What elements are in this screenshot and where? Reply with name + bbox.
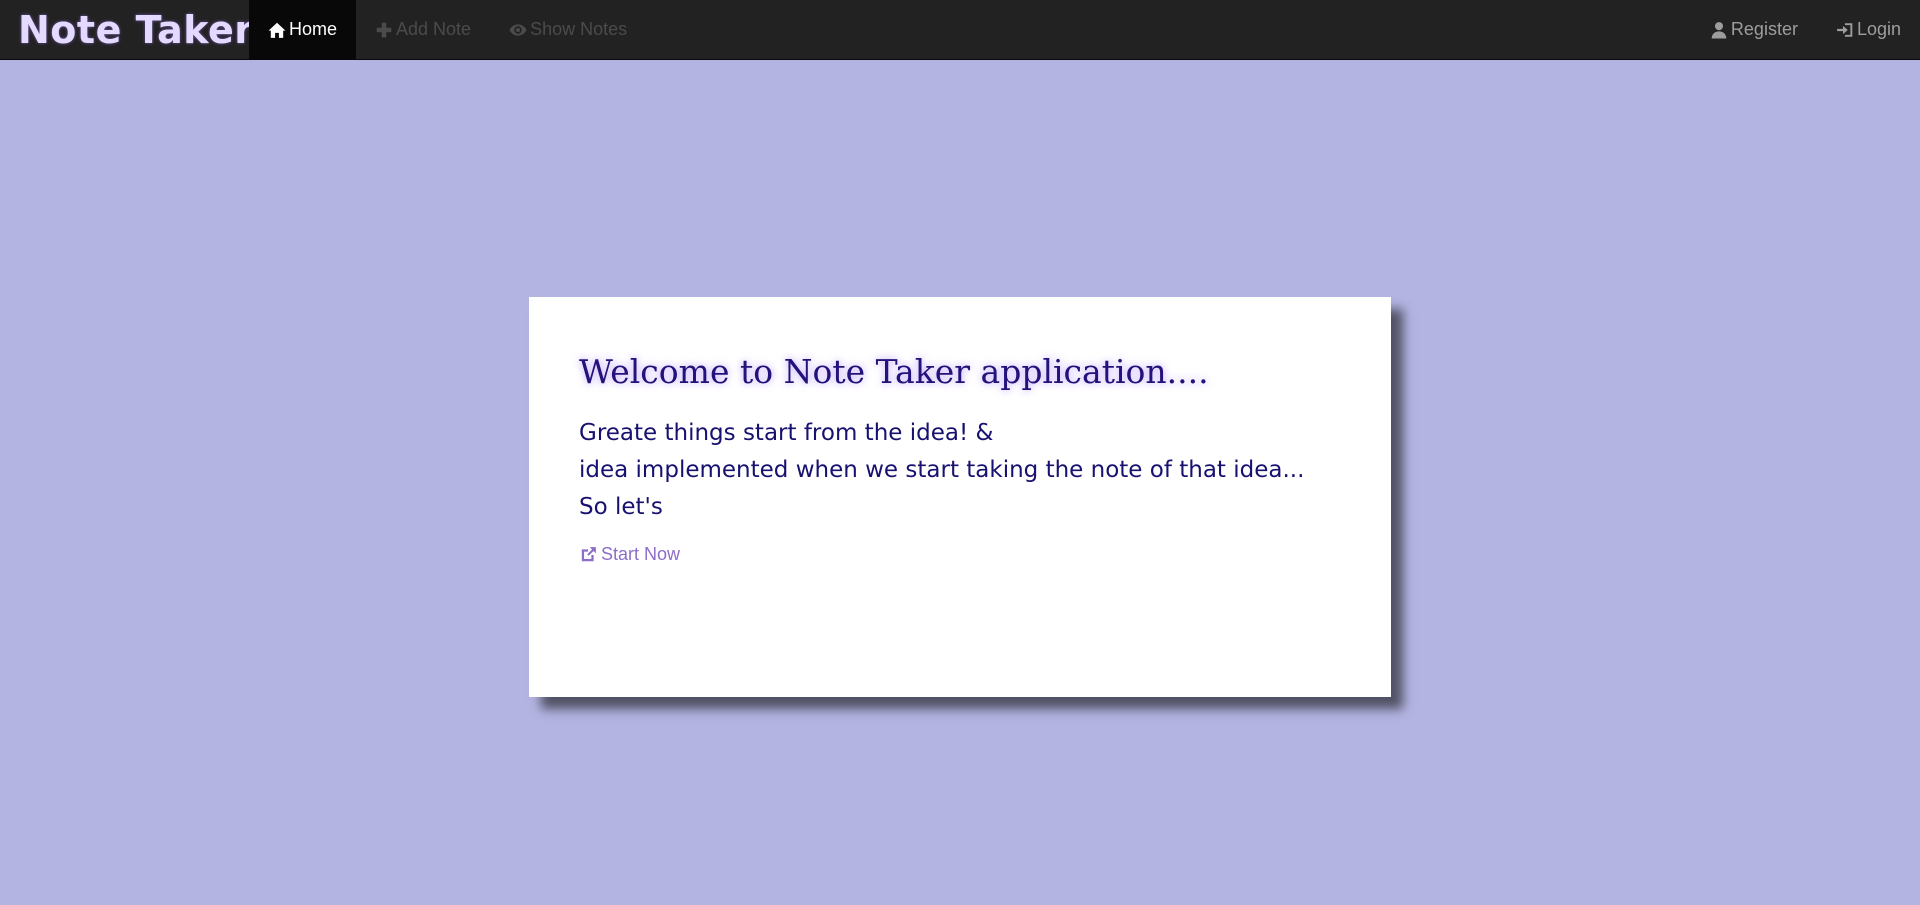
welcome-title: Welcome to Note Taker application.... xyxy=(579,352,1209,391)
welcome-line: idea implemented when we start taking th… xyxy=(579,457,1305,483)
nav-show-notes-label: Show Notes xyxy=(530,19,628,39)
welcome-card: Welcome to Note Taker application.... Gr… xyxy=(529,297,1391,697)
eye-icon xyxy=(509,21,527,39)
nav-add-note-label: Add Note xyxy=(396,19,472,39)
welcome-line: Greate things start from the idea! & xyxy=(579,420,994,446)
start-now-link[interactable]: Start Now xyxy=(579,544,680,565)
nav-home-label: Home xyxy=(289,19,338,39)
start-now-label: Start Now xyxy=(601,544,681,564)
nav-register-label: Register xyxy=(1730,19,1798,39)
nav-right-group: Register Login xyxy=(1691,0,1920,59)
brand-logo[interactable]: Note Taker xyxy=(18,3,254,57)
welcome-message: Greate things start from the idea! & ide… xyxy=(579,415,1341,526)
user-icon xyxy=(1710,21,1728,39)
plus-icon xyxy=(375,21,393,39)
external-link-icon xyxy=(579,546,597,564)
welcome-line: So let's xyxy=(579,494,663,520)
nav-show-notes[interactable]: Show Notes xyxy=(490,0,646,59)
nav-register[interactable]: Register xyxy=(1691,0,1817,59)
top-navbar: Note Taker Home Add Note Show Notes Regi… xyxy=(0,0,1920,60)
nav-login[interactable]: Login xyxy=(1817,0,1920,59)
nav-home[interactable]: Home xyxy=(249,0,357,59)
home-icon xyxy=(268,21,286,39)
nav-left-group: Home Add Note Show Notes xyxy=(249,0,646,59)
login-icon xyxy=(1836,21,1854,39)
nav-add-note[interactable]: Add Note xyxy=(356,0,490,59)
nav-login-label: Login xyxy=(1856,19,1901,39)
